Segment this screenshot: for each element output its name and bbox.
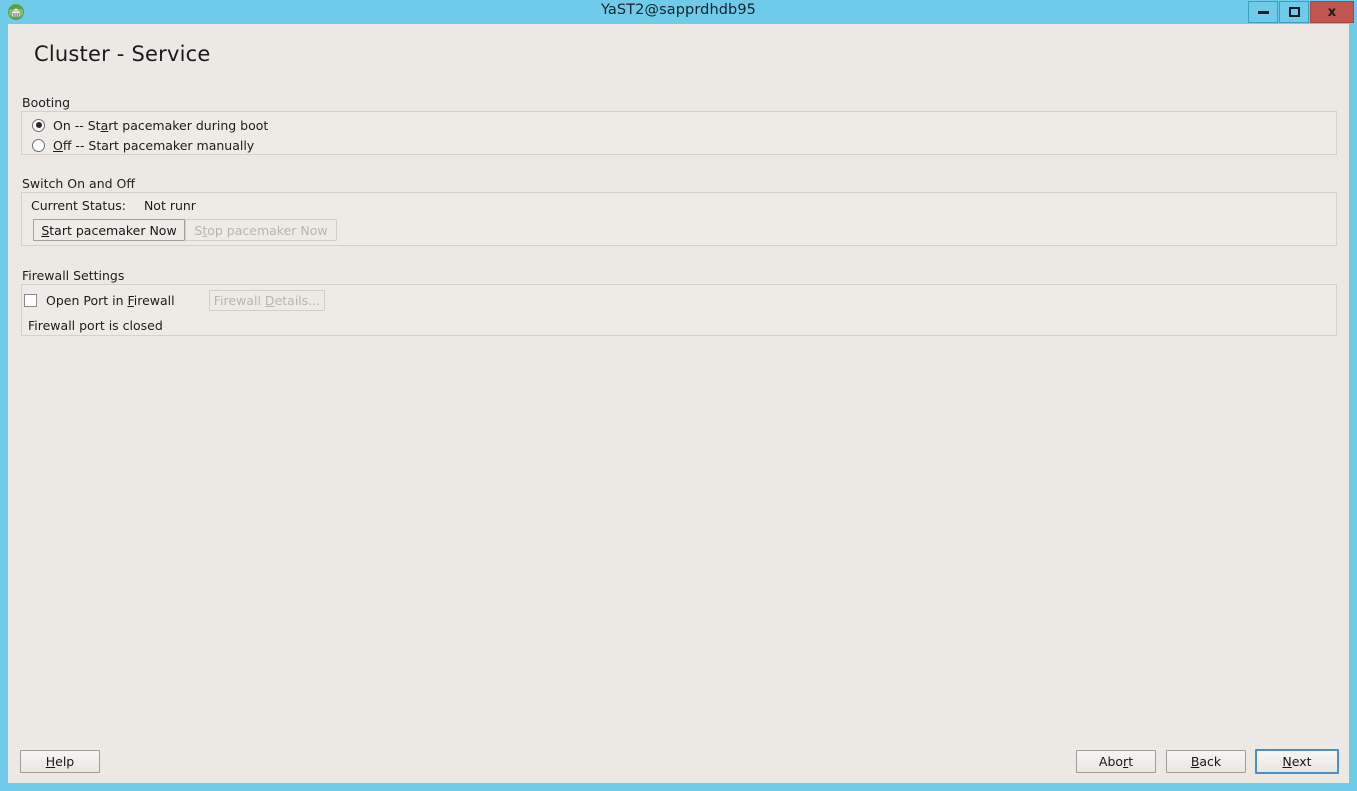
switch-section-label: Switch On and Off — [22, 176, 135, 191]
radio-off-label: Off -- Start pacemaker manually — [53, 137, 255, 153]
maximize-button[interactable] — [1279, 1, 1309, 23]
checkbox-indicator — [24, 293, 37, 307]
start-pacemaker-label: Start pacemaker Now — [41, 222, 177, 238]
help-button[interactable]: Help — [20, 750, 100, 773]
stop-pacemaker-button: Stop pacemaker Now — [185, 219, 337, 241]
start-pacemaker-button[interactable]: Start pacemaker Now — [33, 219, 185, 241]
firewall-status-text: Firewall port is closed — [28, 318, 163, 333]
firewall-section-label: Firewall Settings — [22, 268, 125, 283]
stop-pacemaker-label: Stop pacemaker Now — [194, 222, 328, 238]
firewall-details-label: Firewall Details... — [213, 293, 321, 308]
radio-on-indicator — [32, 118, 45, 132]
window-controls: x — [1248, 1, 1354, 23]
next-button[interactable]: Next — [1255, 749, 1339, 774]
back-button[interactable]: Back — [1166, 750, 1246, 773]
help-label: Help — [45, 754, 75, 769]
current-status-line: Current Status: Not runr — [31, 198, 196, 213]
dialog-client-area: Cluster - Service Booting On -- Start pa… — [8, 24, 1349, 783]
firewall-details-button: Firewall Details... — [209, 290, 325, 311]
minimize-button[interactable] — [1248, 1, 1278, 23]
window-title: YaST2@sapprdhdb95 — [600, 2, 757, 18]
current-status-value: Not runr — [143, 198, 196, 213]
next-label: Next — [1282, 754, 1312, 769]
close-button[interactable]: x — [1310, 1, 1354, 23]
radio-on-label: On -- Start pacemaker during boot — [53, 117, 269, 133]
application-window: YaST2@sapprdhdb95 x Cluster - Service Bo… — [0, 0, 1357, 791]
radio-start-during-boot[interactable]: On -- Start pacemaker during boot — [32, 115, 268, 135]
radio-off-indicator — [32, 138, 45, 152]
maximize-icon — [1288, 7, 1300, 17]
back-label: Back — [1190, 754, 1222, 769]
title-bar[interactable]: YaST2@sapprdhdb95 x — [0, 0, 1357, 24]
radio-start-manually[interactable]: Off -- Start pacemaker manually — [32, 135, 254, 155]
current-status-label: Current Status: — [31, 198, 126, 213]
booting-section-label: Booting — [22, 95, 71, 110]
open-port-label: Open Port in Firewall — [46, 292, 175, 308]
abort-button[interactable]: Abort — [1076, 750, 1156, 773]
open-port-in-firewall-checkbox[interactable]: Open Port in Firewall — [24, 290, 175, 310]
abort-label: Abort — [1098, 754, 1134, 769]
page-title: Cluster - Service — [34, 42, 211, 66]
minimize-icon — [1257, 10, 1269, 14]
